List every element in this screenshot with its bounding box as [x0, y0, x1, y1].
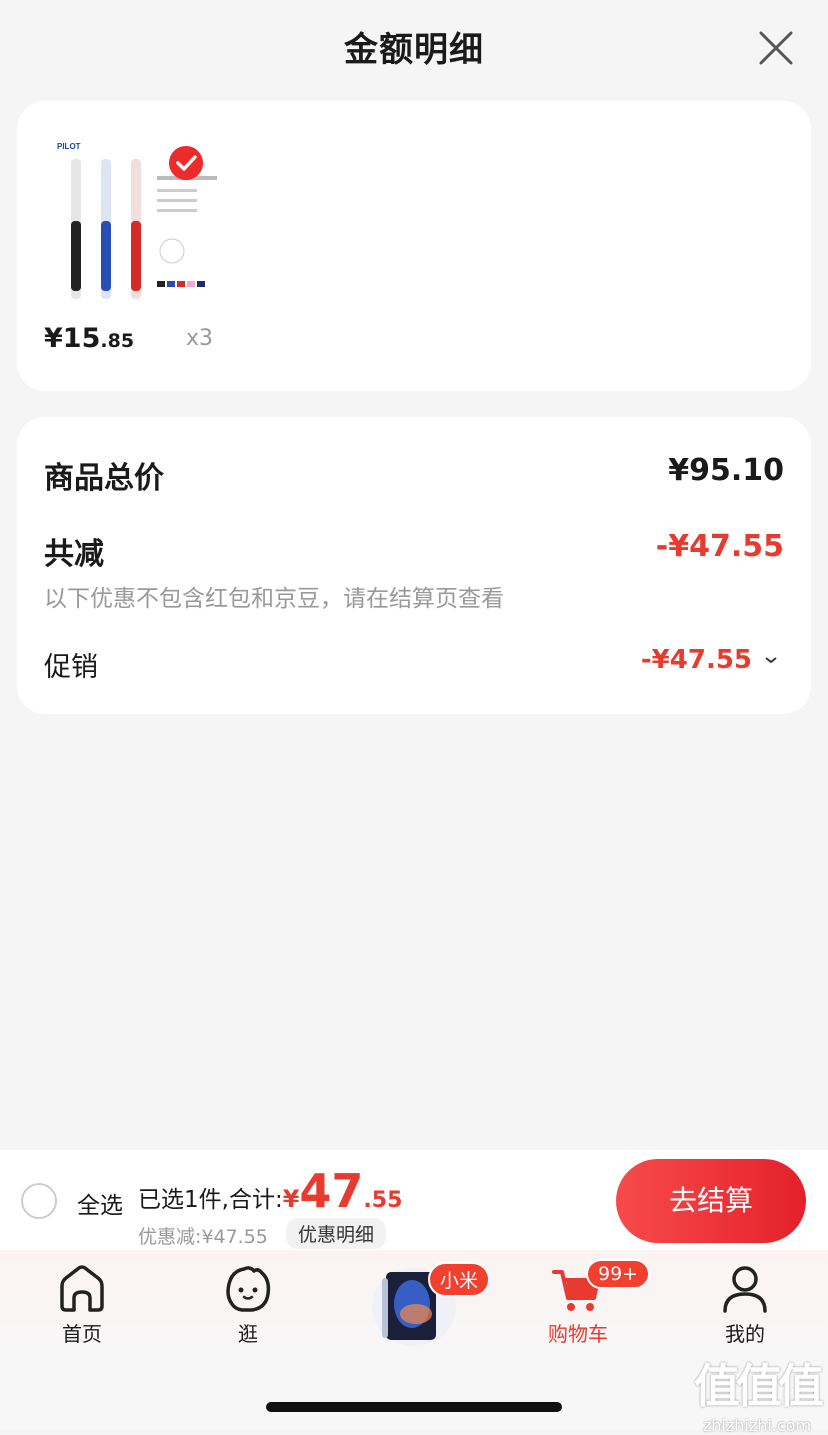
modal-header: 金额明细: [0, 0, 828, 95]
promo-value: -¥47.55: [640, 645, 752, 675]
total-yen: ¥: [282, 1185, 300, 1213]
tab-browse[interactable]: 逛: [188, 1264, 308, 1347]
product-image[interactable]: PILOT: [47, 131, 237, 311]
checkout-bar: 全选 已选1件,合计:¥47.55 优惠减:¥47.55 优惠明细 去结算: [0, 1150, 828, 1250]
page-title: 金额明细: [344, 30, 484, 70]
checkout-button[interactable]: 去结算: [616, 1159, 806, 1243]
home-indicator[interactable]: [266, 1402, 562, 1412]
total-label: 商品总价: [44, 461, 164, 496]
chevron-down-icon[interactable]: [764, 655, 778, 665]
svg-text:PILOT: PILOT: [57, 142, 81, 151]
price-decimal: .85: [100, 330, 135, 352]
select-all-label[interactable]: 全选: [77, 1186, 123, 1220]
price-integer: ¥15: [44, 323, 101, 354]
promo-label: 促销: [44, 652, 98, 683]
selected-summary: 已选1件,合计:¥47.55: [138, 1164, 402, 1218]
total-row: 商品总价 ¥95.10: [44, 453, 784, 497]
discount-text: 优惠减:¥47.55: [138, 1226, 268, 1248]
total-value: ¥95.10: [668, 453, 784, 488]
watermark-domain: zhizhizhi.com: [702, 1416, 812, 1435]
tab-home-label: 首页: [62, 1322, 102, 1346]
price-summary-card: 商品总价 ¥95.10 共减 -¥47.55 以下优惠不包含红包和京豆，请在结算…: [17, 417, 811, 714]
reduce-row: 共减 -¥47.55: [44, 529, 784, 573]
product-quantity: x3: [186, 326, 214, 351]
tab-mine[interactable]: 我的: [685, 1264, 805, 1347]
total-integer: 47: [299, 1164, 364, 1218]
tab-home[interactable]: 首页: [22, 1264, 142, 1347]
browse-icon: [226, 1266, 271, 1312]
product-price: ¥15.85: [44, 323, 134, 354]
product-card: PILOT ¥15.85 x3: [17, 101, 811, 391]
close-icon[interactable]: [758, 30, 794, 66]
total-decimal: .55: [363, 1188, 403, 1213]
discount-detail-button[interactable]: 优惠明细: [286, 1218, 387, 1249]
user-icon: [723, 1266, 767, 1313]
promo-row[interactable]: 促销 -¥47.55: [44, 645, 784, 684]
reduce-label: 共减: [44, 537, 104, 572]
watermark: 值值值 zhizhizhi.com: [694, 1350, 824, 1435]
tab-browse-label: 逛: [238, 1322, 258, 1346]
watermark-mark: 值值值: [694, 1359, 824, 1413]
tab-cart-label: 购物车: [548, 1322, 608, 1346]
discount-note: 以下优惠不包含红包和京豆，请在结算页查看: [44, 586, 504, 612]
select-all-radio[interactable]: [21, 1183, 57, 1219]
tab-mine-label: 我的: [725, 1322, 765, 1346]
home-icon: [60, 1265, 104, 1312]
cart-count-badge: 99+: [586, 1259, 651, 1289]
selected-text: 已选1件,合计:: [138, 1187, 283, 1213]
selected-check-icon[interactable]: [169, 146, 203, 180]
xiaomi-badge: 小米: [428, 1262, 491, 1297]
reduce-value: -¥47.55: [655, 529, 784, 564]
